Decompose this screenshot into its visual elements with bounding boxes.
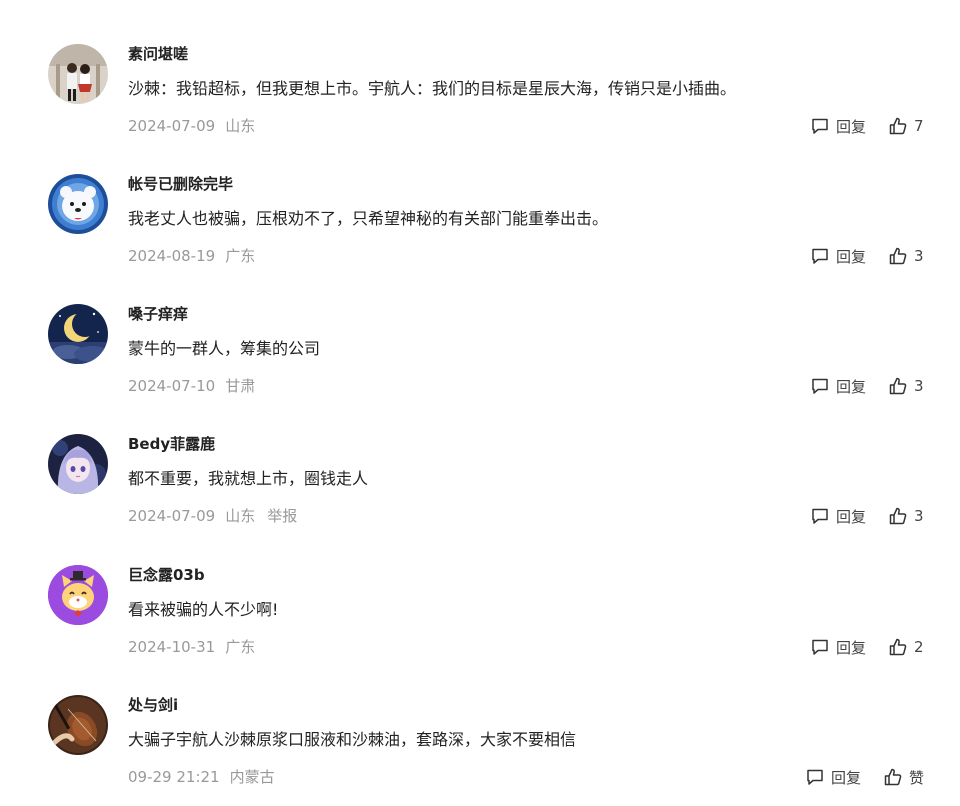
comment-location: 内蒙古 bbox=[229, 768, 275, 786]
comment-meta: 09-29 21:21 内蒙古 bbox=[128, 767, 275, 787]
comment-bubble-icon bbox=[812, 639, 828, 655]
like-button[interactable]: 赞 bbox=[883, 767, 924, 788]
comment-meta: 2024-07-09 山东 举报 bbox=[128, 506, 297, 526]
comment-actions: 回复 2 bbox=[810, 635, 924, 659]
comment-username[interactable]: 素问堪嗟 bbox=[128, 44, 188, 64]
comment-text: 沙棘：我铅超标，但我更想上市。宇航人：我们的目标是星辰大海，传销只是小插曲。 bbox=[128, 79, 737, 98]
thumbs-up-icon bbox=[889, 117, 907, 135]
comment-item: 巨念露03b 看来被骗的人不少啊! 2024-10-31 广东 回复 2 bbox=[48, 565, 924, 675]
reply-button[interactable]: 回复 bbox=[810, 637, 866, 658]
reply-button[interactable]: 回复 bbox=[810, 376, 866, 397]
report-link[interactable]: 举报 bbox=[267, 507, 297, 525]
cartoon-cat-avatar[interactable] bbox=[48, 565, 108, 625]
like-button[interactable]: 2 bbox=[888, 637, 924, 657]
thumbs-up-icon bbox=[884, 768, 902, 786]
like-count: 3 bbox=[914, 247, 924, 265]
comment-actions: 回复 3 bbox=[810, 504, 924, 528]
reply-button[interactable]: 回复 bbox=[805, 767, 861, 788]
comment-location: 广东 bbox=[225, 638, 256, 656]
like-button[interactable]: 3 bbox=[888, 506, 924, 526]
comment-item: 处与剑i 大骗子宇航人沙棘原浆口服液和沙棘油，套路深，大家不要相信 09-29 … bbox=[48, 695, 924, 805]
crescent-moon-avatar[interactable] bbox=[48, 304, 108, 364]
comment-username[interactable]: 嗓子痒痒 bbox=[128, 304, 188, 324]
reply-button[interactable]: 回复 bbox=[810, 116, 866, 137]
comment-bubble-icon bbox=[812, 248, 828, 264]
like-count: 赞 bbox=[908, 768, 924, 787]
comment-date: 2024-07-09 bbox=[128, 507, 216, 525]
like-button[interactable]: 3 bbox=[888, 246, 924, 266]
comment-item: 嗓子痒痒 蒙牛的一群人，筹集的公司 2024-07-10 甘肃 回复 3 bbox=[48, 304, 924, 414]
reply-label: 回复 bbox=[835, 638, 866, 657]
thumbs-up-icon bbox=[889, 377, 907, 395]
reply-label: 回复 bbox=[835, 507, 866, 526]
reply-label: 回复 bbox=[835, 377, 866, 396]
comment-text: 蒙牛的一群人，筹集的公司 bbox=[128, 339, 321, 358]
comment-meta: 2024-07-09 山东 bbox=[128, 116, 255, 136]
comment-location: 广东 bbox=[225, 247, 256, 265]
comment-text: 看来被骗的人不少啊! bbox=[128, 600, 279, 619]
comment-item: 帐号已删除完毕 我老丈人也被骗，压根劝不了，只希望神秘的有关部门能重拳出击。 2… bbox=[48, 174, 924, 284]
like-count: 3 bbox=[914, 507, 924, 525]
like-count: 3 bbox=[914, 377, 924, 395]
comment-item: 素问堪嗟 沙棘：我铅超标，但我更想上市。宇航人：我们的目标是星辰大海，传销只是小… bbox=[48, 44, 924, 154]
comment-text: 我老丈人也被骗，压根劝不了，只希望神秘的有关部门能重拳出击。 bbox=[128, 209, 609, 228]
polar-bear-avatar[interactable] bbox=[48, 174, 108, 234]
comment-actions: 回复 7 bbox=[810, 114, 924, 138]
couple-photo-avatar[interactable] bbox=[48, 44, 108, 104]
thumbs-up-icon bbox=[889, 507, 907, 525]
reply-label: 回复 bbox=[835, 117, 866, 136]
reply-label: 回复 bbox=[835, 247, 866, 266]
reply-button[interactable]: 回复 bbox=[810, 506, 866, 527]
comment-item: Bedy菲露鹿 都不重要，我就想上市，圈钱走人 2024-07-09 山东 举报 回… bbox=[48, 434, 924, 544]
comment-meta: 2024-07-10 甘肃 bbox=[128, 376, 255, 396]
comment-text: 都不重要，我就想上市，圈钱走人 bbox=[128, 469, 369, 488]
comment-username[interactable]: 巨念露03b bbox=[128, 565, 205, 585]
comment-username[interactable]: Bedy菲露鹿 bbox=[128, 434, 215, 454]
comment-actions: 回复 3 bbox=[810, 374, 924, 398]
comment-bubble-icon bbox=[812, 118, 828, 134]
comment-meta: 2024-08-19 广东 bbox=[128, 246, 255, 266]
violin-photo-avatar[interactable] bbox=[48, 695, 108, 755]
like-count: 2 bbox=[914, 638, 924, 656]
like-button[interactable]: 3 bbox=[888, 376, 924, 396]
like-count: 7 bbox=[914, 117, 924, 135]
comment-date: 09-29 21:21 bbox=[128, 768, 220, 786]
reply-label: 回复 bbox=[830, 768, 861, 787]
thumbs-up-icon bbox=[889, 638, 907, 656]
comment-actions: 回复 3 bbox=[810, 244, 924, 268]
anime-girl-avatar[interactable] bbox=[48, 434, 108, 494]
comment-username[interactable]: 帐号已删除完毕 bbox=[128, 174, 233, 194]
comment-date: 2024-07-10 bbox=[128, 377, 216, 395]
comment-date: 2024-07-09 bbox=[128, 117, 216, 135]
comment-username[interactable]: 处与剑i bbox=[128, 695, 178, 715]
thumbs-up-icon bbox=[889, 247, 907, 265]
comment-location: 山东 bbox=[225, 507, 256, 525]
reply-button[interactable]: 回复 bbox=[810, 246, 866, 267]
comment-date: 2024-08-19 bbox=[128, 247, 216, 265]
comment-actions: 回复 赞 bbox=[805, 765, 924, 789]
comment-bubble-icon bbox=[812, 508, 828, 524]
like-button[interactable]: 7 bbox=[888, 116, 924, 136]
comment-text: 大骗子宇航人沙棘原浆口服液和沙棘油，套路深，大家不要相信 bbox=[128, 730, 577, 749]
comment-bubble-icon bbox=[812, 378, 828, 394]
comment-location: 甘肃 bbox=[225, 377, 256, 395]
comment-bubble-icon bbox=[807, 769, 823, 785]
comment-list: 素问堪嗟 沙棘：我铅超标，但我更想上市。宇航人：我们的目标是星辰大海，传销只是小… bbox=[0, 0, 960, 806]
comment-meta: 2024-10-31 广东 bbox=[128, 637, 255, 657]
comment-date: 2024-10-31 bbox=[128, 638, 216, 656]
comment-location: 山东 bbox=[225, 117, 256, 135]
